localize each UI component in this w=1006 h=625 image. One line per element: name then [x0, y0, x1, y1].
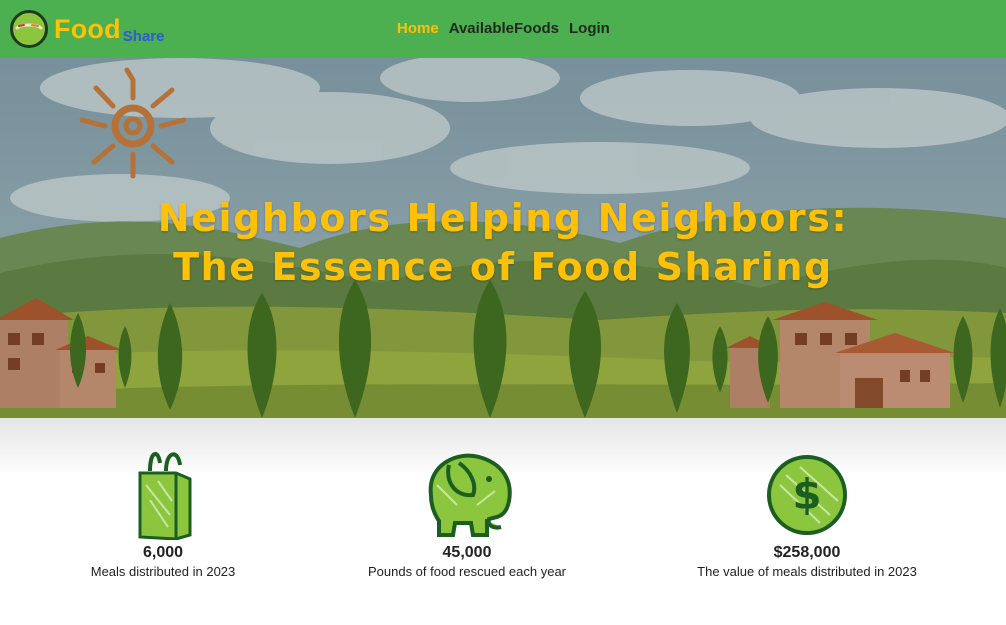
hero-title-line1: Neighbors Helping Neighbors: — [157, 196, 849, 240]
dollar-coin-icon: $ — [766, 455, 847, 535]
nav-login-link[interactable]: Login — [569, 20, 610, 38]
logo-plate-icon — [10, 10, 48, 48]
nav-available-foods-link[interactable]: AvailableFoods — [449, 20, 559, 38]
hero-title-line2: The Essence of Food Sharing — [173, 245, 833, 289]
brand-logo[interactable]: Food Share — [10, 10, 164, 48]
stat-value-label: The value of meals distributed in 2023 — [697, 564, 917, 579]
stat-value-value: $258,000 — [773, 544, 841, 561]
elephant-icon — [428, 453, 512, 537]
stat-pounds-label: Pounds of food rescued each year — [367, 564, 567, 579]
shopping-bag-icon — [138, 452, 192, 540]
stat-pounds: 45,000 Pounds of food rescued each year — [317, 445, 617, 581]
hero-banner: Neighbors Helping Neighbors: The Essence… — [0, 58, 1006, 418]
svg-text:$: $ — [792, 470, 821, 519]
brand-name-sub: Share — [122, 28, 165, 45]
stat-value: $ $258,000 The value of meals distribute… — [657, 445, 957, 581]
brand-name-main: Food — [54, 13, 121, 44]
stat-meals: 6,000 Meals distributed in 2023 — [13, 445, 313, 581]
stat-meals-label: Meals distributed in 2023 — [90, 564, 236, 579]
main-nav: Home AvailableFoods Login — [397, 20, 610, 38]
nav-home-link[interactable]: Home — [397, 20, 439, 38]
hero-title: Neighbors Helping Neighbors: The Essence… — [0, 194, 1006, 292]
navbar: Food Share Home AvailableFoods Login — [0, 0, 1006, 58]
stat-meals-value: 6,000 — [142, 544, 184, 561]
stat-pounds-value: 45,000 — [442, 544, 492, 561]
